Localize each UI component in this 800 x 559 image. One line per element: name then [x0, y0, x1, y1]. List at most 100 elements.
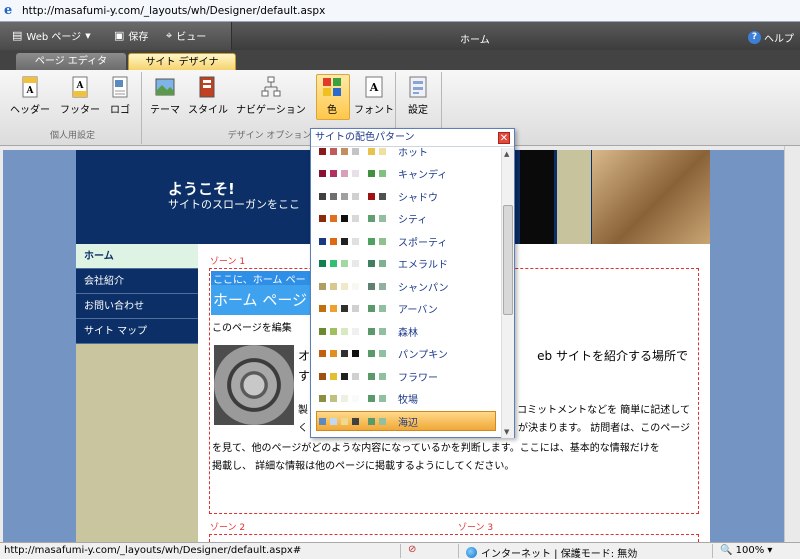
color-swatch	[352, 260, 359, 267]
color-swatch	[341, 215, 348, 222]
navigation-icon	[261, 76, 281, 97]
web-page-menu[interactable]: ▤ Web ページ ▼	[12, 28, 91, 43]
color-swatch	[319, 282, 326, 290]
color-swatch	[352, 215, 359, 222]
scroll-thumb[interactable]	[503, 205, 513, 315]
address-text: http://masafumi-y.com/_layouts/wh/Design…	[22, 4, 326, 17]
zone-2-3-area[interactable]	[209, 534, 699, 542]
color-swatch	[330, 395, 337, 402]
color-swatch	[341, 148, 348, 155]
palette-item[interactable]: スポーティ	[311, 230, 501, 252]
color-swatch	[352, 372, 359, 380]
internet-zone[interactable]: インターネット | 保護モード: 無効	[466, 545, 637, 559]
zone-text: インターネット | 保護モード: 無効	[481, 549, 638, 559]
palette-item[interactable]: シャンパン	[311, 275, 501, 297]
navigation-button[interactable]: ナビゲーション	[236, 76, 306, 116]
palette-item[interactable]: ホット	[311, 148, 501, 162]
font-button[interactable]: A フォント	[354, 76, 394, 116]
color-swatch	[368, 148, 375, 155]
footer-label: フッター	[60, 105, 100, 116]
popup-title: サイトの配色パターン	[311, 129, 514, 147]
palette-name: 海辺	[398, 417, 418, 429]
palette-name: シティ	[398, 215, 428, 226]
body-text-right-2: が決まります。 訪問者は、このページ	[518, 423, 690, 434]
color-swatch	[341, 372, 348, 380]
help-label: ヘルプ	[764, 34, 794, 45]
web-page-label: Web ページ	[26, 32, 82, 43]
color-swatch	[341, 417, 348, 425]
palette-item[interactable]: シティ	[311, 208, 501, 230]
edit-page-link[interactable]: このページを編集	[212, 319, 292, 334]
banner-title: ホーム ページ	[211, 285, 321, 315]
color-scheme-popup: サイトの配色パターン ✕ ホット キャンディ シャドウシティスポーティエメラルドシャ…	[310, 128, 515, 438]
color-swatch	[352, 327, 359, 335]
address-bar[interactable]: e http://masafumi-y.com/_layouts/wh/Desi…	[0, 0, 800, 22]
color-swatch	[368, 395, 375, 402]
palette-scrollbar[interactable]: ▲ ▼	[501, 148, 514, 438]
palette-item[interactable]: アーバン	[311, 298, 501, 320]
nav-item-sitemap[interactable]: サイト マップ	[76, 319, 198, 344]
color-swatch	[319, 192, 326, 200]
nav-item-home[interactable]: ホーム	[76, 244, 198, 269]
palette-item[interactable]: エメラルド	[311, 253, 501, 275]
color-swatch	[352, 237, 359, 245]
nav-item-contact[interactable]: お問い合わせ	[76, 294, 198, 319]
color-swatch	[341, 395, 348, 402]
zoom-level[interactable]: 🔍 100% ▾	[720, 545, 772, 556]
color-swatch	[330, 170, 337, 177]
style-button[interactable]: スタイル	[188, 76, 228, 116]
color-swatch	[352, 192, 359, 200]
save-button[interactable]: ▣ 保存	[114, 28, 148, 43]
palette-item[interactable]: シャドウ	[311, 185, 501, 207]
palette-name: シャンパン	[398, 282, 449, 294]
settings-label: 設定	[408, 105, 428, 116]
nav-item-company[interactable]: 会社紹介	[76, 269, 198, 294]
palette-item[interactable]: 森林	[311, 320, 501, 342]
body-line-2: 掲載し、 詳細な情報は他のページに掲載するようにしてください。	[212, 461, 515, 472]
palette-name: スポーティ	[398, 237, 448, 249]
close-icon[interactable]: ✕	[498, 132, 510, 144]
color-swatch	[352, 417, 359, 425]
scroll-up-icon[interactable]: ▲	[504, 150, 509, 158]
header-button[interactable]: A ヘッダー	[10, 76, 50, 116]
tab-site-designer[interactable]: サイト デザイナ	[128, 53, 236, 70]
palette-name: フラワー	[398, 372, 438, 384]
color-swatch	[379, 372, 386, 380]
palette-item[interactable]: フラワー	[311, 365, 501, 387]
palette-item[interactable]: 牧場	[311, 388, 501, 410]
color-swatch	[379, 327, 386, 335]
color-swatch	[319, 237, 326, 245]
settings-button[interactable]: 設定	[408, 76, 428, 116]
color-swatch	[319, 372, 326, 380]
color-swatch	[379, 282, 386, 290]
palette-item[interactable]: キャンディ	[311, 163, 501, 185]
footer-button[interactable]: A フッター	[60, 76, 100, 116]
theme-label: テーマ	[150, 105, 180, 116]
group-label-personal: 個人用設定	[49, 131, 95, 141]
tab-page-editor[interactable]: ページ エディタ	[16, 53, 126, 70]
gear-image	[214, 345, 294, 425]
help-link[interactable]: ? ヘルプ	[748, 30, 794, 45]
view-button[interactable]: ⌖ ビュー	[166, 28, 206, 44]
palette-item[interactable]: 海辺	[311, 410, 501, 432]
color-button[interactable]: 色	[316, 74, 350, 120]
color-swatch	[368, 327, 375, 335]
logo-icon	[112, 76, 128, 98]
scroll-down-icon[interactable]: ▼	[504, 428, 509, 436]
header-photo	[592, 150, 710, 244]
intro-text-start: オ	[298, 349, 311, 363]
color-swatch	[341, 305, 348, 312]
logo-button[interactable]: ロゴ	[110, 76, 130, 116]
palette-item[interactable]: パンプキン	[311, 343, 501, 365]
page-scrollbar[interactable]	[784, 146, 800, 542]
page-icon: ▤	[12, 29, 23, 42]
status-divider	[400, 544, 401, 558]
globe-icon	[466, 547, 477, 558]
theme-button[interactable]: テーマ	[150, 76, 180, 116]
palette-name: アーバン	[398, 305, 438, 316]
intro-text-second: す	[298, 369, 311, 383]
palette-name: 森林	[398, 327, 418, 339]
font-label: フォント	[354, 105, 394, 116]
header-label: ヘッダー	[10, 105, 50, 116]
body-line-1: を見て、他のページがどのような内容になっているかを判断します。ここには、基本的な…	[212, 443, 660, 454]
